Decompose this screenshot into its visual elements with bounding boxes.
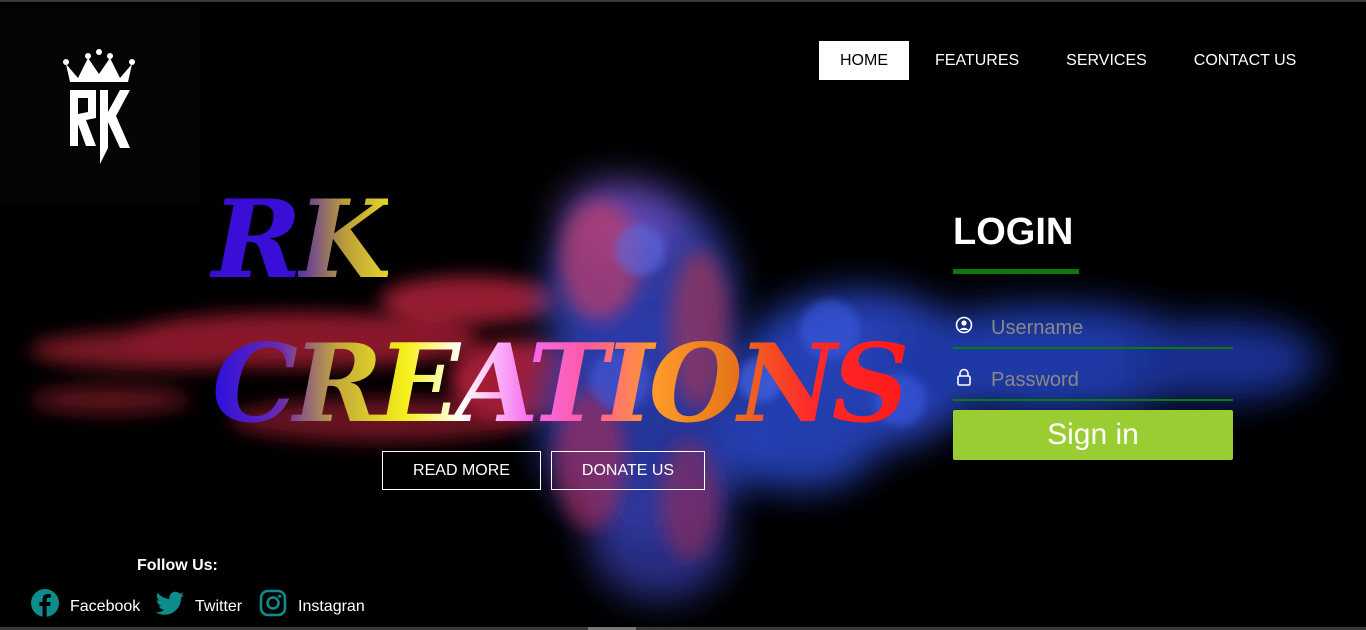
donate-button[interactable]: DONATE US: [551, 451, 705, 490]
facebook-label: Facebook: [70, 598, 141, 615]
sign-in-button[interactable]: Sign in: [953, 410, 1233, 460]
lock-icon: [957, 368, 971, 386]
username-field: [953, 311, 1233, 349]
login-title-underline: [953, 269, 1079, 274]
password-input[interactable]: [989, 363, 1233, 397]
instagram-link[interactable]: Instagran: [258, 588, 365, 618]
nav-home[interactable]: HOME: [819, 41, 909, 80]
hero-title-rk-r: R: [212, 177, 302, 303]
instagram-label: Instagran: [298, 598, 365, 615]
follow-us-title: Follow Us:: [137, 557, 218, 574]
hero-title-rk: RK: [212, 186, 392, 294]
hero-title-rk-k: K: [297, 177, 392, 303]
nav-contact-us[interactable]: CONTACT US: [1170, 41, 1317, 80]
login-title: LOGIN: [953, 211, 1074, 253]
facebook-link[interactable]: Facebook: [30, 588, 140, 618]
main-nav: HOME FEATURES SERVICES CONTACT US: [819, 41, 1316, 80]
user-circle-icon: [955, 316, 973, 334]
password-field: [953, 363, 1233, 401]
facebook-icon: [31, 589, 59, 617]
twitter-link[interactable]: Twitter: [155, 588, 242, 618]
twitter-icon: [155, 591, 184, 615]
nav-features[interactable]: FEATURES: [909, 41, 1041, 80]
crown-rk-logo-icon: [63, 49, 135, 164]
logo[interactable]: [0, 8, 200, 203]
nav-services[interactable]: SERVICES: [1041, 41, 1170, 80]
instagram-icon: [259, 589, 287, 617]
hero-title-creations: CREATIONS: [212, 321, 910, 447]
twitter-label: Twitter: [195, 598, 243, 615]
page: HOME FEATURES SERVICES CONTACT US RK CRE…: [0, 0, 1366, 630]
read-more-button[interactable]: READ MORE: [382, 451, 541, 490]
username-input[interactable]: [989, 311, 1233, 345]
